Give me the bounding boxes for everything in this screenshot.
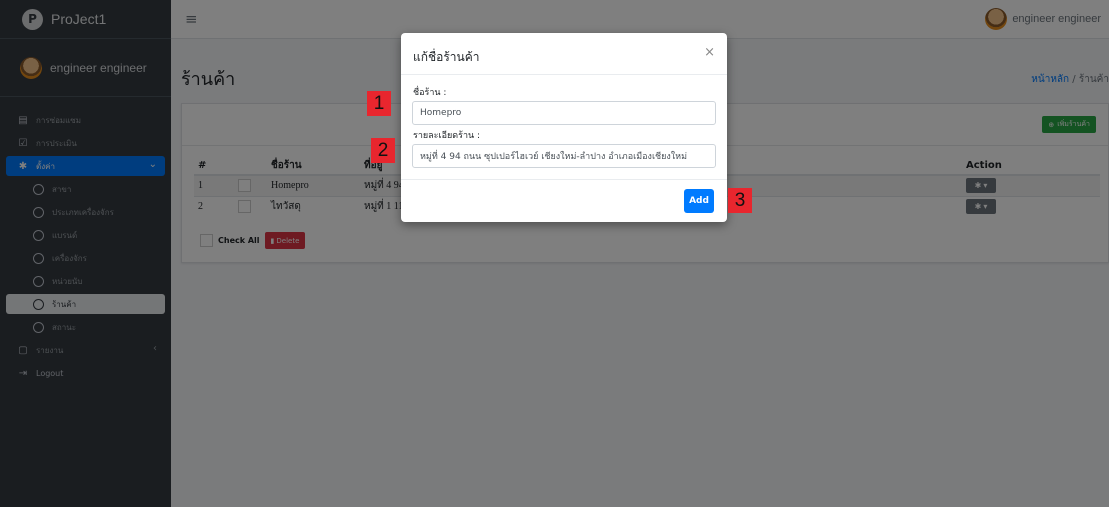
shop-name-field[interactable]: Homepro — [412, 101, 716, 125]
modal-title: แก้ชื่อร้านค้า — [413, 50, 480, 64]
close-icon[interactable]: × — [704, 45, 715, 60]
annotation-marker-3: 3 — [728, 188, 752, 213]
annotation-marker-1: 1 — [367, 91, 391, 116]
modal-header: แก้ชื่อร้านค้า × — [401, 33, 727, 75]
modal-footer: Add — [401, 179, 727, 222]
add-button[interactable]: Add — [684, 189, 714, 213]
shop-detail-field[interactable]: หมู่ที่ 4 94 ถนน ซุปเปอร์ไฮเวย์ เชียงใหม… — [412, 144, 716, 168]
shop-detail-label: รายละเอียดร้าน : — [413, 131, 481, 141]
edit-shop-modal: แก้ชื่อร้านค้า × ชื่อร้าน : Homepro รายล… — [401, 33, 727, 222]
shop-name-label: ชื่อร้าน : — [413, 88, 447, 98]
annotation-marker-2: 2 — [371, 138, 395, 163]
